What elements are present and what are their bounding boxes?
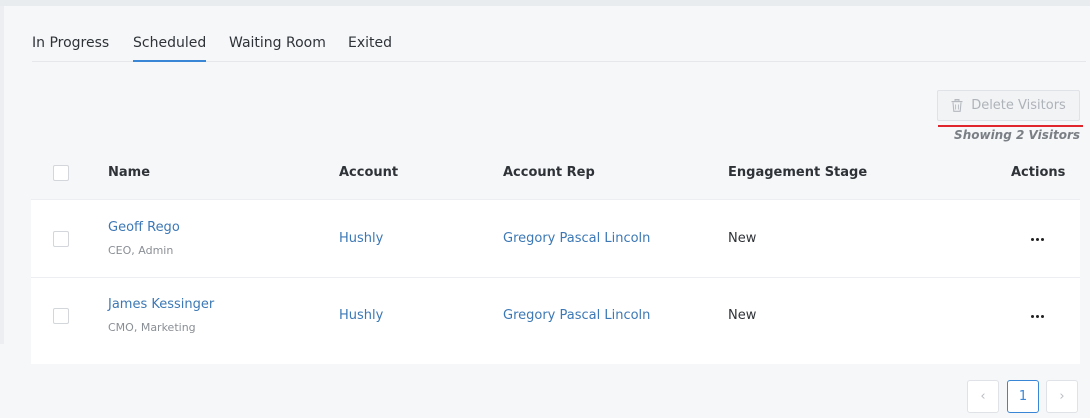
engagement-stage: New — [728, 308, 757, 323]
tab-in-progress[interactable]: In Progress — [32, 35, 109, 62]
column-header-engagement-stage: Engagement Stage — [728, 165, 868, 180]
visitors-table: Name Account Account Rep Engagement Stag… — [31, 146, 1080, 364]
table-header: Name Account Account Rep Engagement Stag… — [31, 146, 1080, 200]
delete-visitors-button[interactable]: Delete Visitors — [937, 90, 1080, 121]
table-row: James Kessinger CMO, Marketing Hushly Gr… — [31, 278, 1080, 364]
visitor-title: CMO, Marketing — [108, 321, 196, 334]
more-actions-icon[interactable] — [1031, 313, 1045, 319]
column-header-account: Account — [339, 165, 399, 180]
row-checkbox[interactable] — [53, 231, 69, 247]
account-rep-link[interactable]: Gregory Pascal Lincoln — [503, 308, 650, 323]
account-rep-link[interactable]: Gregory Pascal Lincoln — [503, 231, 650, 246]
next-page-button[interactable]: › — [1046, 380, 1078, 413]
account-link[interactable]: Hushly — [339, 308, 383, 323]
chevron-left-icon: ‹ — [980, 389, 986, 404]
engagement-stage: New — [728, 231, 757, 246]
select-all-checkbox[interactable] — [53, 165, 69, 181]
trash-icon — [951, 99, 963, 112]
tab-waiting-room[interactable]: Waiting Room — [229, 35, 326, 62]
more-actions-icon[interactable] — [1031, 236, 1045, 242]
prev-page-button[interactable]: ‹ — [967, 380, 999, 413]
tab-bar: In Progress Scheduled Waiting Room Exite… — [32, 28, 1086, 62]
column-header-account-rep: Account Rep — [503, 165, 595, 180]
visitor-count: Showing 2 Visitors — [954, 128, 1080, 142]
visitor-name-link[interactable]: Geoff Rego — [108, 220, 180, 235]
page-1-button[interactable]: 1 — [1007, 380, 1039, 413]
tab-scheduled[interactable]: Scheduled — [133, 35, 207, 62]
row-checkbox[interactable] — [53, 308, 69, 324]
account-link[interactable]: Hushly — [339, 231, 383, 246]
highlight-underline — [938, 125, 1083, 127]
visitor-name-link[interactable]: James Kessinger — [108, 297, 214, 312]
chevron-right-icon: › — [1059, 389, 1065, 404]
tab-exited[interactable]: Exited — [348, 35, 392, 62]
delete-visitors-label: Delete Visitors — [971, 98, 1066, 113]
column-header-name: Name — [108, 165, 151, 180]
visitor-title: CEO, Admin — [108, 244, 174, 257]
column-header-actions: Actions — [1011, 165, 1066, 180]
table-row: Geoff Rego CEO, Admin Hushly Gregory Pas… — [31, 201, 1080, 278]
